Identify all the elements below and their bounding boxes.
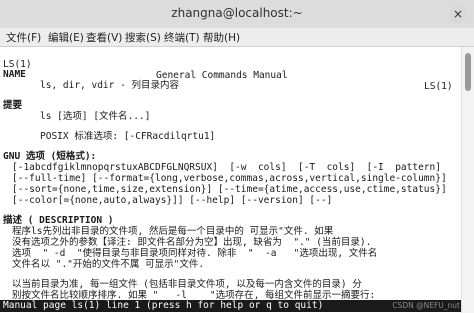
terminal-window: zhangna@localhost:~ × 文件(F) 编辑(E) 查看(V) …	[0, 0, 474, 313]
section-name-heading: NAME	[3, 69, 26, 80]
title-bar[interactable]: zhangna@localhost:~ ×	[0, 0, 474, 29]
menu-terminal[interactable]: 终端(T)	[164, 30, 200, 45]
name-line: ls, dir, vdir - 列目录内容	[40, 80, 180, 91]
window-title: zhangna@localhost:~	[171, 6, 303, 20]
watermark: CSDN @NEFU_nut	[392, 301, 460, 310]
scrollbar-thumb[interactable]	[465, 53, 471, 91]
menu-edit[interactable]: 编辑(E)	[48, 30, 84, 45]
gnu-options-line: [--sort={none,time,size,extension}] [--t…	[12, 184, 447, 195]
menu-file[interactable]: 文件(F)	[6, 30, 41, 45]
man-header-right: LS(1)	[424, 81, 453, 92]
section-gnu-heading: GNU 选项 (短格式):	[3, 151, 97, 162]
description-line: 以当前目录为准, 每一组文件 (包括非目录文件项, 以及每一内含文件的目录) 分	[12, 279, 362, 290]
menu-bar: 文件(F) 编辑(E) 查看(V) 搜索(S) 终端(T) 帮助(H)	[0, 28, 474, 47]
description-line: 没有选项之外的参数【译注: 即文件名部分为空】出现, 缺省为 "." (当前目录…	[12, 237, 372, 248]
menu-view[interactable]: 查看(V)	[86, 30, 122, 45]
synopsis-line: ls [选项] [文件名...]	[40, 111, 151, 122]
section-description-heading: 描述 ( DESCRIPTION )	[3, 215, 114, 226]
terminal-content[interactable]: LS(1) General Commands Manual LS(1) NAME…	[0, 47, 462, 313]
close-button[interactable]: ×	[449, 5, 467, 23]
menu-search[interactable]: 搜索(S)	[125, 30, 161, 45]
menu-help[interactable]: 帮助(H)	[203, 30, 240, 45]
pager-status-text: Manual page ls(1) line 1 (press h for he…	[3, 300, 324, 311]
description-line: 文件名以 "."开始的文件不属 可显示"文件.	[12, 259, 205, 270]
scrollbar[interactable]	[461, 47, 474, 313]
description-line: 程序ls先列出非目录的文件项, 然后是每一个目录中的 可显示"文件. 如果	[12, 226, 334, 237]
description-line: 选项 " -d "使得目录与非目录项同样对待. 除非 " -a "选项出现, 文…	[12, 248, 378, 259]
gnu-options-line: [--color[={none,auto,always}]] [--help] …	[12, 195, 333, 206]
posix-options-line: POSIX 标准选项: [-CFRacdilqrtu1]	[40, 131, 216, 142]
gnu-options-line: [--full-time] [--format={long,verbose,co…	[12, 173, 447, 184]
gnu-options-line: [-1abcdfgiklmnopqrstuxABCDFGLNQRSUX] [-w…	[12, 162, 441, 173]
man-header: LS(1) General Commands Manual LS(1)	[0, 48, 462, 92]
section-synopsis-heading: 提要	[3, 100, 23, 111]
